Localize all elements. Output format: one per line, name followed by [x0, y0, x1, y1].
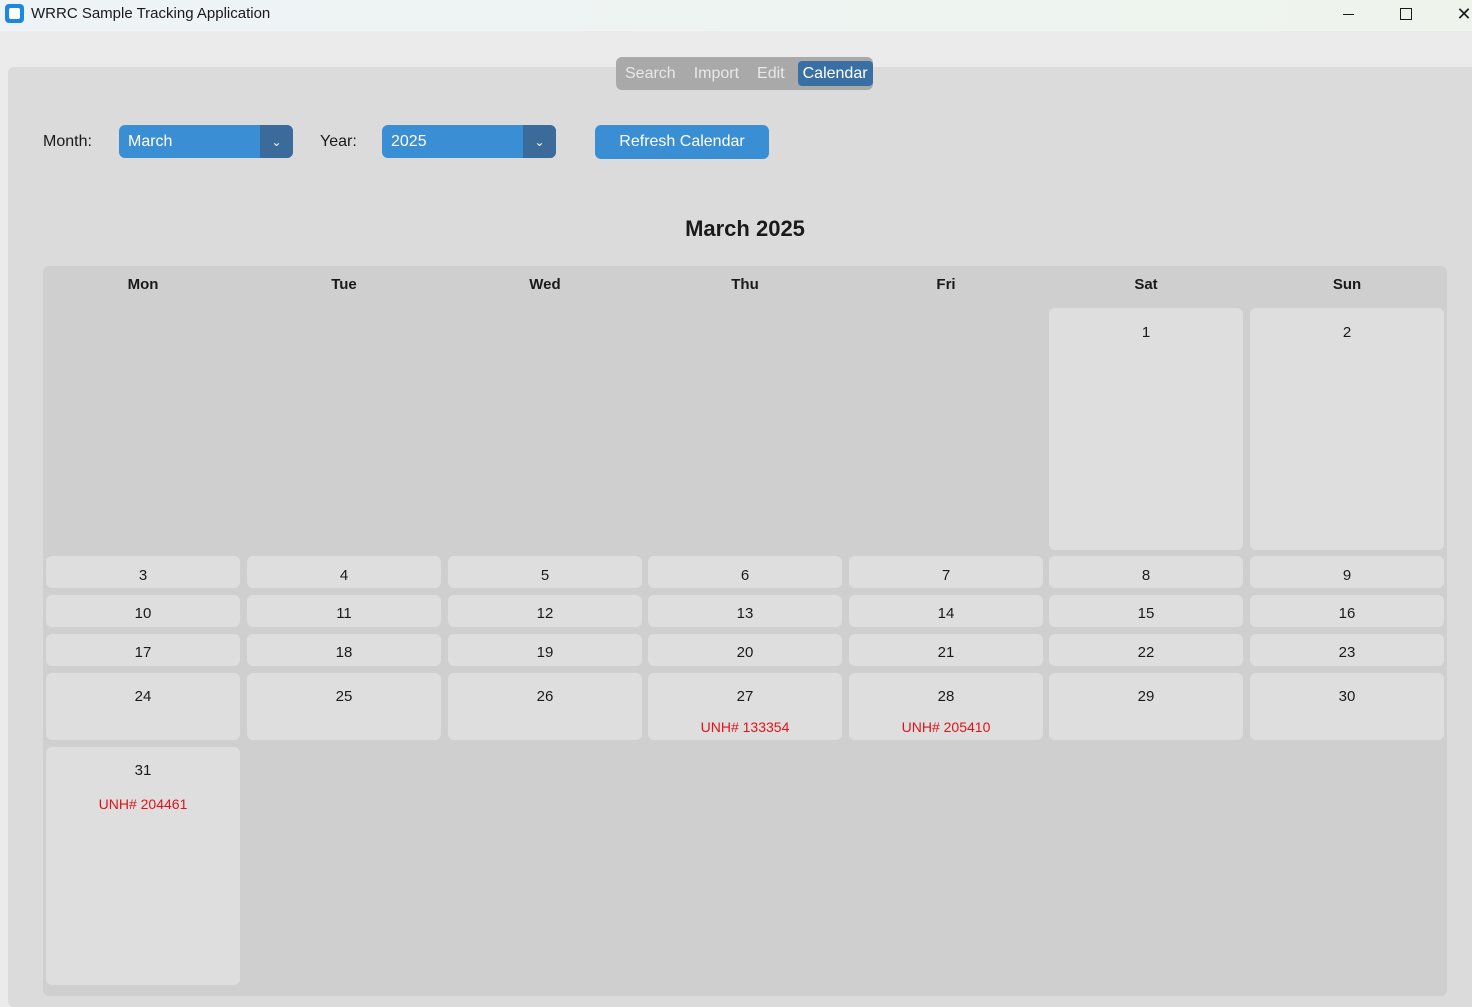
title-bar: WRRC Sample Tracking Application ✕ [0, 0, 1472, 31]
day-cell[interactable]: 7 [849, 556, 1043, 588]
day-cell[interactable]: 1 [1049, 308, 1243, 550]
day-number: 11 [336, 605, 352, 622]
maximize-icon [1400, 8, 1412, 20]
sample-event[interactable]: UNH# 205410 [849, 719, 1043, 735]
day-cell[interactable]: 20 [648, 634, 842, 666]
weekday-header-sun: Sun [1332, 276, 1362, 293]
weekday-header-tue: Tue [331, 276, 357, 293]
day-cell[interactable]: 4 [247, 556, 441, 588]
day-number: 19 [536, 644, 554, 661]
app-icon [5, 4, 24, 23]
weekday-header-thu: Thu [731, 276, 759, 293]
day-number: 27 [736, 688, 754, 705]
minimize-button[interactable] [1325, 0, 1371, 28]
day-cell[interactable]: 17 [46, 634, 240, 666]
tab-edit[interactable]: Edit [752, 61, 790, 86]
calendar-title: March 2025 [685, 216, 805, 241]
day-number: 2 [1342, 324, 1352, 341]
month-dropdown[interactable]: March ⌄ [119, 125, 293, 158]
day-number: 30 [1338, 688, 1356, 705]
day-cell[interactable]: 21 [849, 634, 1043, 666]
day-cell[interactable]: 9 [1250, 556, 1444, 588]
day-number: 6 [740, 567, 750, 584]
day-cell[interactable]: 28 UNH# 205410 [849, 673, 1043, 740]
day-number: 26 [536, 688, 554, 705]
day-cell[interactable]: 12 [448, 595, 642, 627]
day-cell[interactable]: 19 [448, 634, 642, 666]
day-number: 13 [736, 605, 754, 622]
day-number: 24 [134, 688, 152, 705]
day-cell[interactable]: 27 UNH# 133354 [648, 673, 842, 740]
close-button[interactable]: ✕ [1441, 0, 1472, 28]
day-number: 14 [937, 605, 955, 622]
day-cell[interactable]: 30 [1250, 673, 1444, 740]
month-value: March [128, 133, 173, 150]
day-cell[interactable]: 18 [247, 634, 441, 666]
day-number: 22 [1137, 644, 1155, 661]
chevron-down-icon[interactable]: ⌄ [260, 125, 293, 158]
refresh-calendar-button[interactable]: Refresh Calendar [595, 125, 769, 159]
weekday-header-mon: Mon [127, 276, 159, 293]
tab-bar: Search Import Edit Calendar [616, 57, 873, 90]
day-number: 5 [540, 567, 550, 584]
day-cell[interactable]: 25 [247, 673, 441, 740]
day-number: 17 [134, 644, 152, 661]
month-label: Month: [43, 133, 92, 150]
window-title: WRRC Sample Tracking Application [31, 5, 271, 22]
close-icon: ✕ [1456, 3, 1472, 24]
day-number: 3 [138, 567, 148, 584]
minimize-icon [1342, 13, 1354, 15]
day-cell[interactable]: 8 [1049, 556, 1243, 588]
day-cell[interactable]: 2 [1250, 308, 1444, 550]
year-label: Year: [320, 133, 357, 150]
day-number: 18 [335, 644, 353, 661]
year-dropdown[interactable]: 2025 ⌄ [382, 125, 556, 158]
weekday-header-fri: Fri [936, 276, 956, 293]
day-number: 10 [134, 605, 152, 622]
day-number: 7 [941, 567, 951, 584]
day-number: 29 [1137, 688, 1155, 705]
day-number: 15 [1137, 605, 1155, 622]
day-cell[interactable]: 26 [448, 673, 642, 740]
day-cell[interactable]: 11 [247, 595, 441, 627]
day-cell[interactable]: 6 [648, 556, 842, 588]
day-number: 31 [134, 762, 152, 779]
weekday-header-sat: Sat [1134, 276, 1158, 293]
day-number: 9 [1342, 567, 1352, 584]
day-number: 8 [1141, 567, 1151, 584]
day-cell[interactable]: 15 [1049, 595, 1243, 627]
tab-search[interactable]: Search [620, 61, 681, 86]
day-number: 25 [335, 688, 353, 705]
day-number: 20 [736, 644, 754, 661]
day-cell[interactable]: 24 [46, 673, 240, 740]
sample-event[interactable]: UNH# 133354 [648, 719, 842, 735]
weekday-header-wed: Wed [529, 276, 561, 293]
day-cell[interactable]: 5 [448, 556, 642, 588]
day-cell[interactable]: 13 [648, 595, 842, 627]
day-cell[interactable]: 23 [1250, 634, 1444, 666]
year-value: 2025 [391, 133, 427, 150]
chevron-down-icon[interactable]: ⌄ [523, 125, 556, 158]
day-number: 23 [1338, 644, 1356, 661]
day-number: 1 [1141, 324, 1151, 341]
day-number: 4 [339, 567, 349, 584]
day-cell[interactable]: 22 [1049, 634, 1243, 666]
day-cell[interactable]: 16 [1250, 595, 1444, 627]
tab-calendar[interactable]: Calendar [797, 61, 873, 86]
sample-event[interactable]: UNH# 204461 [46, 796, 240, 812]
day-cell[interactable]: 10 [46, 595, 240, 627]
day-number: 28 [937, 688, 955, 705]
day-number: 21 [937, 644, 955, 661]
day-number: 12 [536, 605, 554, 622]
day-cell[interactable]: 14 [849, 595, 1043, 627]
day-cell[interactable]: 29 [1049, 673, 1243, 740]
day-number: 16 [1338, 605, 1356, 622]
tab-import[interactable]: Import [689, 61, 744, 86]
day-cell[interactable]: 3 [46, 556, 240, 588]
day-cell[interactable]: 31 UNH# 204461 [46, 747, 240, 985]
maximize-button[interactable] [1383, 0, 1429, 28]
